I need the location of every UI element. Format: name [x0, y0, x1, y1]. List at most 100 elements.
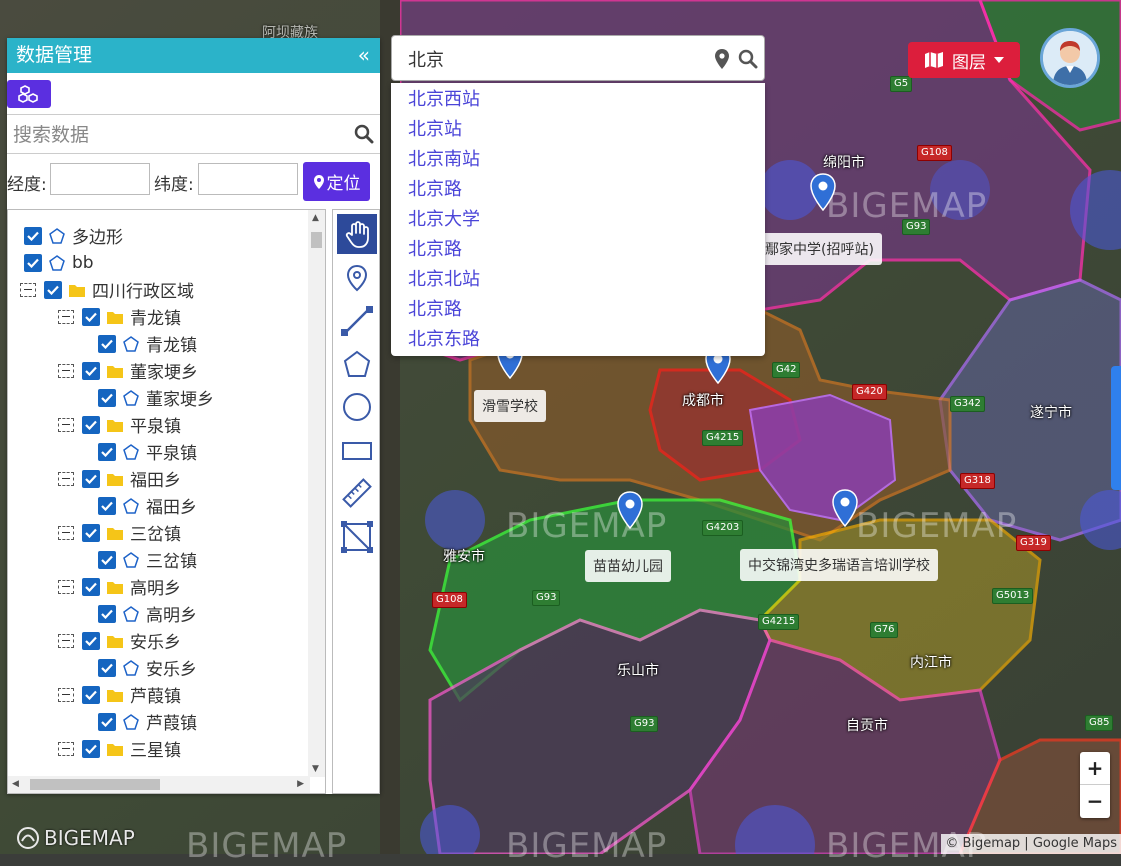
poi-label[interactable]: 苗苗幼儿园 — [585, 550, 671, 582]
layer-checkbox[interactable] — [44, 280, 62, 299]
data-search-input[interactable] — [7, 115, 350, 155]
tree-layer-row[interactable]: 安乐乡 — [98, 654, 197, 681]
collapse-toggle-icon[interactable] — [58, 579, 74, 594]
collapse-toggle-icon[interactable] — [58, 309, 74, 324]
longitude-input[interactable] — [50, 163, 150, 195]
suggestion-item[interactable]: 北京路 — [408, 175, 462, 205]
tree-vertical-scrollbar[interactable]: ▲ ▼ — [308, 210, 325, 777]
map-marker-icon[interactable] — [616, 490, 644, 530]
vertical-scroll-thumb[interactable] — [311, 232, 322, 248]
horizontal-scroll-thumb[interactable] — [30, 779, 160, 790]
layer-checkbox[interactable] — [82, 415, 100, 434]
tree-folder-row[interactable]: 青龙镇 — [58, 303, 181, 330]
collapse-toggle-icon[interactable] — [58, 417, 74, 432]
map-marker-icon[interactable] — [831, 488, 859, 528]
map-pin-icon[interactable] — [714, 48, 730, 70]
layer-checkbox[interactable] — [82, 739, 100, 758]
tree-folder-row[interactable]: 三岔镇 — [58, 519, 181, 546]
tree-layer-row[interactable]: 青龙镇 — [98, 330, 197, 357]
latitude-input[interactable] — [198, 163, 298, 195]
tree-layer-row[interactable]: bb — [24, 249, 94, 276]
poi-label[interactable]: 滑雪学校 — [474, 390, 546, 422]
place-search-input[interactable] — [406, 36, 710, 82]
tree-folder-row[interactable]: 福田乡 — [58, 465, 181, 492]
scroll-left-icon[interactable]: ◀ — [12, 779, 19, 789]
tree-folder-row[interactable]: 三星镇 — [58, 735, 181, 762]
collapse-toggle-icon[interactable] — [58, 525, 74, 540]
collapse-button[interactable]: « — [358, 38, 370, 73]
marker-tool[interactable] — [337, 258, 377, 298]
zoom-in-button[interactable]: + — [1080, 752, 1110, 785]
layer-checkbox[interactable] — [24, 226, 42, 245]
collapse-toggle-icon[interactable] — [58, 471, 74, 486]
search-icon[interactable] — [738, 49, 758, 69]
map-attribution[interactable]: © Bigemap | Google Maps — [941, 834, 1121, 854]
layer-checkbox[interactable] — [24, 253, 42, 272]
zoom-out-button[interactable]: − — [1080, 785, 1110, 817]
collapse-toggle-icon[interactable] — [58, 363, 74, 378]
data-layers-button[interactable] — [7, 80, 51, 108]
scroll-right-icon[interactable]: ▶ — [297, 779, 304, 789]
tree-layer-row[interactable]: 董家埂乡 — [98, 384, 214, 411]
user-avatar[interactable] — [1040, 28, 1100, 88]
poi-label[interactable]: 中交锦湾史多瑞语言培训学校 — [740, 549, 938, 581]
pan-tool[interactable] — [337, 214, 377, 254]
layer-checkbox[interactable] — [98, 712, 116, 731]
locate-button[interactable]: 定位 — [303, 162, 370, 201]
tree-layer-row[interactable]: 福田乡 — [98, 492, 197, 519]
scroll-up-icon[interactable]: ▲ — [312, 213, 319, 223]
measure-tool[interactable] — [337, 473, 377, 513]
layer-checkbox[interactable] — [82, 307, 100, 326]
search-icon[interactable] — [354, 124, 374, 144]
right-panel-toggle[interactable] — [1111, 366, 1121, 490]
poi-label[interactable]: 鄢家中学(招呼站) — [757, 233, 882, 265]
tree-layer-row[interactable]: 芦葭镇 — [98, 708, 197, 735]
suggestion-item[interactable]: 北京北站 — [408, 265, 480, 295]
layer-checkbox[interactable] — [98, 388, 116, 407]
line-tool[interactable] — [337, 301, 377, 341]
map-marker-icon[interactable] — [809, 172, 837, 212]
layer-checkbox[interactable] — [82, 577, 100, 596]
layers-button[interactable]: 图层 — [908, 42, 1020, 78]
collapse-toggle-icon[interactable] — [20, 282, 36, 297]
collapse-toggle-icon[interactable] — [58, 633, 74, 648]
tree-horizontal-scrollbar[interactable]: ◀ ▶ — [8, 776, 310, 793]
collapse-toggle-icon[interactable] — [58, 741, 74, 756]
layer-checkbox[interactable] — [98, 442, 116, 461]
scroll-down-icon[interactable]: ▼ — [312, 764, 319, 774]
select-area-tool[interactable] — [337, 517, 377, 557]
suggestion-item[interactable]: 北京南站 — [408, 145, 480, 175]
layer-checkbox[interactable] — [82, 523, 100, 542]
suggestion-item[interactable]: 北京大学 — [408, 205, 480, 235]
layer-checkbox[interactable] — [98, 334, 116, 353]
tree-folder-row[interactable]: 四川行政区域 — [20, 276, 194, 303]
layer-checkbox[interactable] — [82, 469, 100, 488]
layer-checkbox[interactable] — [98, 658, 116, 677]
layer-checkbox[interactable] — [82, 685, 100, 704]
tree-folder-row[interactable]: 董家埂乡 — [58, 357, 198, 384]
tree-folder-row[interactable]: 平泉镇 — [58, 411, 181, 438]
layer-checkbox[interactable] — [98, 604, 116, 623]
rectangle-tool[interactable] — [337, 431, 377, 471]
hand-icon — [345, 221, 369, 248]
tree-layer-row[interactable]: 平泉镇 — [98, 438, 197, 465]
data-tree[interactable]: 多边形 bb 四川行政区域 青龙镇 青龙镇 董家埂乡 董家埂乡 平泉镇 平泉镇 福田乡 福田乡 三岔镇… — [7, 209, 326, 794]
suggestion-item[interactable]: 北京路 — [408, 235, 462, 265]
suggestion-item[interactable]: 北京路 — [408, 295, 462, 325]
suggestion-item[interactable]: 北京西站 — [408, 85, 480, 115]
layer-checkbox[interactable] — [82, 631, 100, 650]
tree-folder-row[interactable]: 安乐乡 — [58, 627, 181, 654]
polygon-tool[interactable] — [337, 344, 377, 384]
layer-checkbox[interactable] — [98, 550, 116, 569]
tree-folder-row[interactable]: 芦葭镇 — [58, 681, 181, 708]
tree-layer-row[interactable]: 三岔镇 — [98, 546, 197, 573]
tree-folder-row[interactable]: 高明乡 — [58, 573, 181, 600]
tree-layer-row[interactable]: 多边形 — [24, 222, 123, 249]
tree-layer-row[interactable]: 高明乡 — [98, 600, 197, 627]
layer-checkbox[interactable] — [98, 496, 116, 515]
suggestion-item[interactable]: 北京东路 — [408, 325, 480, 355]
suggestion-item[interactable]: 北京站 — [408, 115, 462, 145]
circle-tool[interactable] — [337, 387, 377, 427]
collapse-toggle-icon[interactable] — [58, 687, 74, 702]
layer-checkbox[interactable] — [82, 361, 100, 380]
